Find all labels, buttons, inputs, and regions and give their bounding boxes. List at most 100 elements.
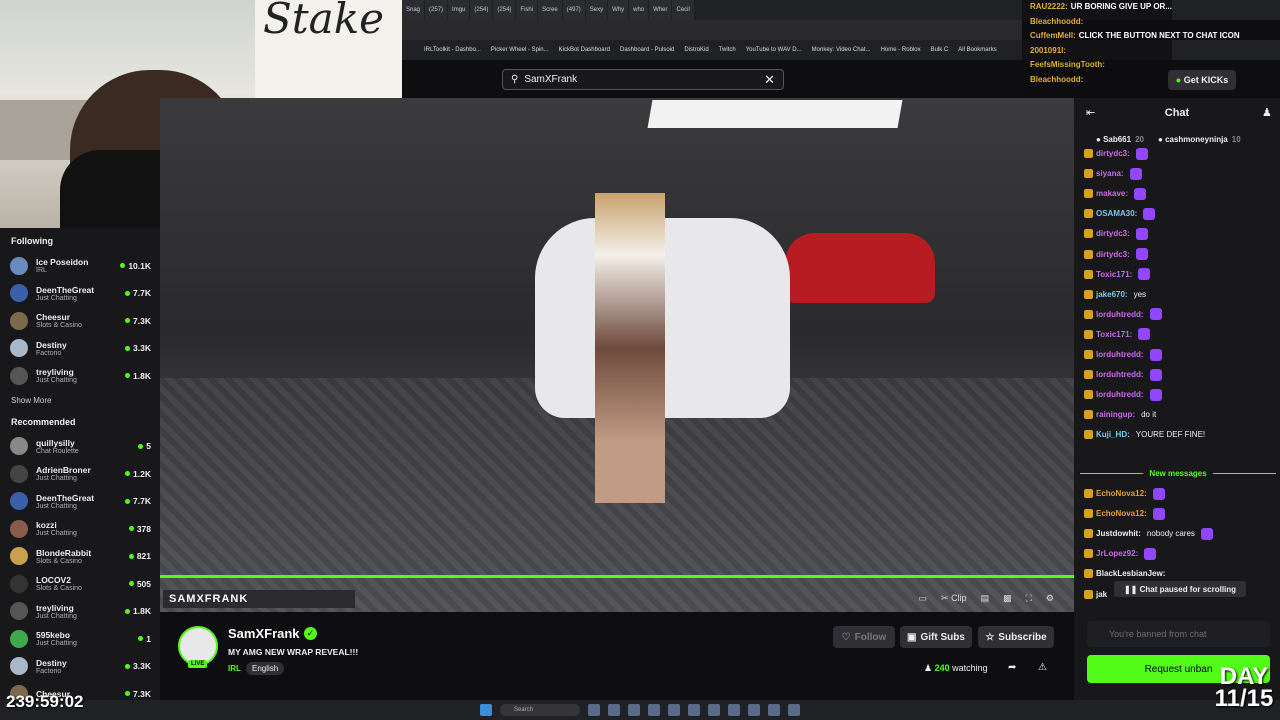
clip-button[interactable]: ✂ Clip bbox=[941, 593, 967, 604]
pip-icon[interactable]: ▩ bbox=[1003, 593, 1012, 604]
channel-item[interactable]: kozzi Just Chatting 378 bbox=[0, 515, 160, 543]
bookmark-link[interactable]: Twitch bbox=[719, 47, 736, 53]
chat-username[interactable]: jake670: bbox=[1096, 290, 1128, 299]
chat-paused-button[interactable]: ❚❚ Chat paused for scrolling bbox=[1114, 581, 1246, 597]
chat-username[interactable]: lorduhtredd: bbox=[1096, 370, 1144, 379]
channel-item[interactable]: 595kebo Just Chatting 1 bbox=[0, 625, 160, 653]
leaderboard-entry[interactable]: ● Sab661 20 bbox=[1096, 135, 1144, 144]
chat-username[interactable]: lorduhtredd: bbox=[1096, 390, 1144, 399]
bookmark-link[interactable]: Monkey: Video Chat... bbox=[812, 47, 871, 53]
channel-item[interactable]: treyliving Just Chatting 1.8K bbox=[0, 598, 160, 626]
browser-tab[interactable]: Cecil bbox=[672, 0, 694, 20]
channel-item[interactable]: Cheesur Slots & Casino 7.3K bbox=[0, 307, 160, 335]
app-icon[interactable] bbox=[708, 704, 720, 716]
chat-username[interactable]: makave: bbox=[1096, 189, 1128, 198]
app-icon[interactable] bbox=[788, 704, 800, 716]
search-input[interactable]: SamXFrank bbox=[524, 74, 764, 85]
chat-username[interactable]: OSAMA30: bbox=[1096, 209, 1137, 218]
app-icon[interactable] bbox=[608, 704, 620, 716]
browser-tab[interactable]: Snag bbox=[402, 0, 425, 20]
chat-username[interactable]: lorduhtredd: bbox=[1096, 310, 1144, 319]
chat-username[interactable]: siyana: bbox=[1096, 169, 1124, 178]
browser-tab[interactable]: (254) bbox=[470, 0, 493, 20]
app-icon[interactable] bbox=[668, 704, 680, 716]
app-icon[interactable] bbox=[728, 704, 740, 716]
chat-username[interactable]: jak bbox=[1096, 590, 1107, 599]
app-icon[interactable] bbox=[688, 704, 700, 716]
chat-username[interactable]: rainingup: bbox=[1096, 410, 1135, 419]
channel-name: 595kebo bbox=[36, 630, 71, 641]
chat-username[interactable]: Toxic171: bbox=[1096, 330, 1132, 339]
channel-item[interactable]: Destiny Factorio 3.3K bbox=[0, 335, 160, 363]
browser-tab[interactable]: (497) bbox=[562, 0, 585, 20]
video-player[interactable] bbox=[160, 98, 1074, 612]
app-icon[interactable] bbox=[748, 704, 760, 716]
chat-username[interactable]: Toxic171: bbox=[1096, 270, 1132, 279]
get-kicks-button[interactable]: ● Get KICKs bbox=[1168, 70, 1236, 90]
chat-username[interactable]: EchoNova12: bbox=[1096, 509, 1147, 518]
close-icon[interactable]: ✕ bbox=[764, 72, 775, 88]
channel-item[interactable]: treyliving Just Chatting 1.8K bbox=[0, 362, 160, 390]
language-tag[interactable]: English bbox=[246, 662, 285, 675]
browser-tab[interactable]: who bbox=[629, 0, 649, 20]
channel-item[interactable]: DeenTheGreat Just Chatting 7.7K bbox=[0, 280, 160, 308]
browser-tab[interactable]: Scree bbox=[538, 0, 562, 20]
bookmark-link[interactable]: Dashboard - Pulsoid bbox=[620, 47, 674, 53]
show-more-link[interactable]: Show More bbox=[0, 390, 160, 415]
channel-item[interactable]: AdrienBroner Just Chatting 1.2K bbox=[0, 460, 160, 488]
taskbar-search[interactable]: Search bbox=[500, 704, 580, 716]
gift-subs-button[interactable]: ▣ Gift Subs bbox=[900, 626, 972, 648]
browser-tab[interactable]: Fishi bbox=[516, 0, 538, 20]
viewer-count: 378 bbox=[128, 524, 151, 534]
chat-username[interactable]: EchoNova12: bbox=[1096, 489, 1147, 498]
bookmark-link[interactable]: Home - Roblox bbox=[881, 47, 921, 53]
subscribe-button[interactable]: ☆ Subscribe bbox=[978, 626, 1054, 648]
browser-tab[interactable]: (254) bbox=[493, 0, 516, 20]
category-link[interactable]: IRL bbox=[228, 664, 241, 673]
address-bar-area[interactable] bbox=[402, 20, 1022, 40]
bookmark-link[interactable]: DistroKid bbox=[684, 47, 708, 53]
channel-item[interactable]: Destiny Factorio 3.3K bbox=[0, 653, 160, 681]
streamer-name[interactable]: SamXFrank bbox=[228, 626, 300, 641]
chat-username[interactable]: lorduhtredd: bbox=[1096, 350, 1144, 359]
bookmark-link[interactable]: All Bookmarks bbox=[958, 47, 996, 53]
app-icon[interactable] bbox=[588, 704, 600, 716]
share-icon[interactable]: ➦ bbox=[1008, 662, 1016, 673]
chat-username[interactable]: Kuji_HD: bbox=[1096, 430, 1130, 439]
bookmark-link[interactable]: Bulk C bbox=[931, 47, 949, 53]
leaderboard-entry[interactable]: ● cashmoneyninja 10 bbox=[1158, 135, 1241, 144]
chat-username[interactable]: Justdowhit: bbox=[1096, 529, 1141, 538]
app-icon[interactable] bbox=[768, 704, 780, 716]
report-icon[interactable]: ⚠ bbox=[1038, 662, 1047, 673]
gear-icon[interactable]: ⚙ bbox=[1046, 593, 1054, 604]
bookmark-link[interactable]: Picker Wheel - Spin... bbox=[491, 47, 549, 53]
app-icon[interactable] bbox=[628, 704, 640, 716]
browser-tab[interactable]: (257) bbox=[425, 0, 448, 20]
channel-item[interactable]: DeenTheGreat Just Chatting 7.7K bbox=[0, 488, 160, 516]
fullscreen-icon[interactable]: ⛶ bbox=[1026, 593, 1032, 604]
app-icon[interactable] bbox=[648, 704, 660, 716]
chat-username[interactable]: dirtydc3: bbox=[1096, 149, 1130, 158]
channel-item[interactable]: BlondeRabbit Slots & Casino 821 bbox=[0, 543, 160, 571]
video-progress-bar[interactable] bbox=[160, 575, 1074, 578]
chat-username[interactable]: JrLopez92: bbox=[1096, 549, 1138, 558]
browser-tab[interactable]: Why bbox=[608, 0, 629, 20]
follow-button[interactable]: ♡ Follow bbox=[833, 626, 895, 648]
windows-start-icon[interactable] bbox=[480, 704, 492, 716]
browser-tab[interactable]: Wher bbox=[649, 0, 672, 20]
bookmark-link[interactable]: IRLToolkit - Dashbo... bbox=[424, 47, 481, 53]
channel-item[interactable]: LOCOV2 Slots & Casino 505 bbox=[0, 570, 160, 598]
chat-username[interactable]: BlackLesbianJew: bbox=[1096, 569, 1165, 578]
bookmark-link[interactable]: YouTube to WAV D... bbox=[746, 47, 802, 53]
theater-icon[interactable]: ▭ bbox=[919, 593, 928, 604]
channel-item[interactable]: Ice Poseidon IRL 10.1K bbox=[0, 252, 160, 280]
search-box[interactable]: ⚲ SamXFrank ✕ bbox=[502, 69, 784, 90]
browser-tab[interactable]: Sexy bbox=[585, 0, 608, 20]
chat-username[interactable]: dirtydc3: bbox=[1096, 229, 1130, 238]
channel-item[interactable]: quillysilly Chat Roulette 5 bbox=[0, 433, 160, 461]
chat-username[interactable]: dirtydc3: bbox=[1096, 250, 1130, 259]
captions-icon[interactable]: ▤ bbox=[981, 593, 990, 604]
browser-tab[interactable]: Imgu bbox=[448, 0, 470, 20]
chat-users-icon[interactable]: ♟ bbox=[1262, 106, 1272, 119]
bookmark-link[interactable]: KickBot Dashboard bbox=[559, 47, 610, 53]
